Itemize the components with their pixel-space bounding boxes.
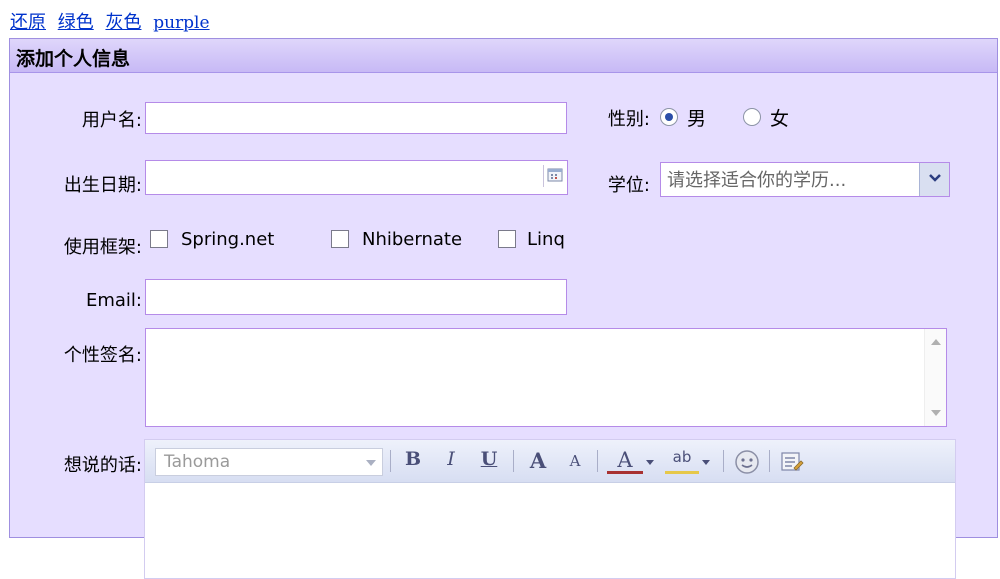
signature-scrollbar[interactable] <box>924 329 946 426</box>
signature-textarea[interactable] <box>145 328 947 427</box>
theme-link-gray[interactable]: 灰色 <box>105 12 141 33</box>
chevron-down-icon[interactable] <box>919 163 949 196</box>
framework-nhibernate-checkbox[interactable] <box>331 230 349 248</box>
emoticon-icon[interactable] <box>734 449 760 475</box>
username-label: 用户名: <box>81 110 142 131</box>
font-color-button[interactable]: A <box>607 448 643 474</box>
toolbar-separator <box>723 450 724 472</box>
degree-select[interactable]: 请选择适合你的学历... <box>660 162 950 197</box>
toolbar-separator <box>769 450 770 472</box>
theme-link-green[interactable]: 绿色 <box>58 12 94 33</box>
framework-springnet-checkbox[interactable] <box>150 230 168 248</box>
scroll-down-icon[interactable] <box>931 410 941 416</box>
bold-button[interactable]: B <box>399 448 427 474</box>
email-input[interactable] <box>145 279 567 315</box>
font-family-select[interactable]: Tahoma <box>155 448 383 476</box>
framework-linq-label: Linq <box>527 229 565 250</box>
degree-label: 学位: <box>607 175 650 196</box>
chevron-down-icon[interactable] <box>366 460 376 466</box>
email-label: Email: <box>85 290 142 311</box>
italic-button[interactable]: I <box>437 448 465 474</box>
insert-image-icon[interactable] <box>779 449 805 475</box>
degree-placeholder: 请选择适合你的学历... <box>667 170 847 191</box>
toolbar-separator <box>390 450 391 472</box>
theme-links: 还原 绿色 灰色 purple <box>10 8 216 34</box>
framework-nhibernate-label: Nhibernate <box>362 229 463 250</box>
toolbar-separator <box>513 450 514 472</box>
toolbar-separator <box>597 450 598 472</box>
panel-title: 添加个人信息 <box>16 48 131 70</box>
font-size-increase-button[interactable]: A <box>523 448 553 474</box>
calendar-icon[interactable] <box>543 165 565 187</box>
framework-linq-checkbox[interactable] <box>498 230 516 248</box>
gender-label: 性别: <box>607 109 650 130</box>
frameworks-label: 使用框架: <box>63 237 142 258</box>
framework-springnet-label: Spring.net <box>181 229 275 250</box>
message-label: 想说的话: <box>63 455 142 476</box>
signature-label: 个性签名: <box>63 345 142 366</box>
highlight-color-button[interactable]: ab <box>665 448 699 474</box>
editor-toolbar: Tahoma B I U A A A ab <box>145 440 955 483</box>
panel-header: 添加个人信息 <box>10 39 997 73</box>
birthdate-input[interactable] <box>145 160 568 195</box>
username-input[interactable] <box>145 102 567 134</box>
theme-link-restore[interactable]: 还原 <box>10 12 46 33</box>
chevron-down-icon[interactable] <box>702 460 710 465</box>
font-size-decrease-button[interactable]: A <box>561 452 589 478</box>
gender-male-label: 男 <box>687 108 707 130</box>
gender-female-radio[interactable] <box>743 108 761 126</box>
underline-button[interactable]: U <box>475 448 503 474</box>
gender-male-radio[interactable] <box>660 108 678 126</box>
chevron-down-icon[interactable] <box>646 460 654 465</box>
birthdate-label: 出生日期: <box>63 175 142 196</box>
message-editor[interactable]: Tahoma B I U A A A ab <box>144 439 956 579</box>
font-family-value: Tahoma <box>164 452 231 472</box>
theme-link-purple[interactable]: purple <box>153 13 209 33</box>
gender-female-label: 女 <box>770 108 790 130</box>
scroll-up-icon[interactable] <box>931 339 941 345</box>
